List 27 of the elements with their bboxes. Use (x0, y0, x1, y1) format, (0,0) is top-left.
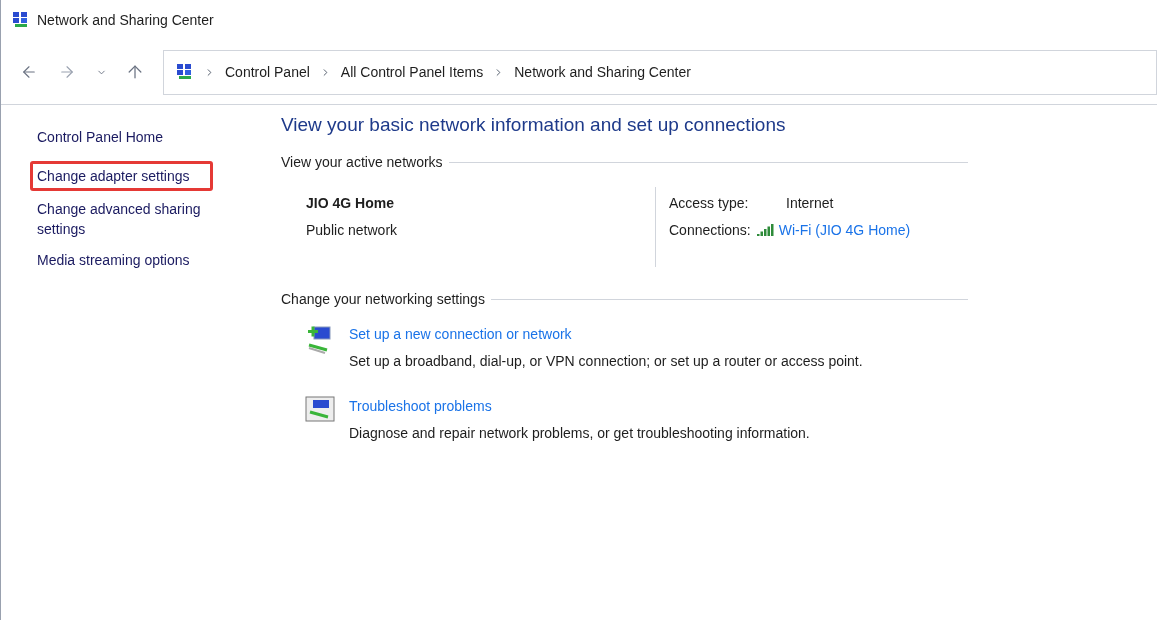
task-description: Diagnose and repair network problems, or get troubleshooting information. (349, 423, 810, 443)
field-value: Internet (786, 193, 834, 213)
field-label: Connections: (669, 220, 751, 240)
breadcrumb-item[interactable]: Network and Sharing Center (514, 61, 691, 83)
field-label: Access type: (669, 193, 750, 213)
page-heading: View your basic network information and set up connections (281, 113, 787, 137)
signal-bars-icon (756, 224, 775, 236)
network-category: Public network (306, 220, 399, 240)
sidebar-link[interactable]: Control Panel Home (30, 124, 213, 150)
connection-link[interactable]: Wi-Fi (JIO 4G Home) (778, 219, 911, 241)
breadcrumb-item[interactable]: Control Panel (225, 61, 310, 83)
task-link[interactable]: Set up a new connection or network (349, 323, 863, 345)
sidebar-link[interactable]: Change advanced sharing settings (30, 196, 213, 242)
breadcrumb-item[interactable]: All Control Panel Items (340, 61, 484, 83)
right-arrow-icon (58, 63, 76, 81)
task-link[interactable]: Troubleshoot problems (349, 395, 810, 417)
troubleshoot-icon (305, 395, 335, 422)
sidebar-link[interactable]: Change adapter settings (30, 161, 213, 191)
task-description: Set up a broadband, dial-up, or VPN connection; or set up a router or access point. (349, 351, 863, 371)
network-name: JIO 4G Home (306, 193, 395, 213)
sidebar-link[interactable]: Media streaming options (30, 247, 213, 273)
section-title: View your active networks (281, 152, 443, 172)
network-icon (176, 63, 194, 81)
section-title: Change your networking settings (281, 289, 485, 309)
window-title: Network and Sharing Center (37, 10, 214, 30)
network-icon (12, 11, 30, 29)
address-bar[interactable]: Control Panel All Control Panel Items Network and Sharing Center (163, 49, 1157, 95)
